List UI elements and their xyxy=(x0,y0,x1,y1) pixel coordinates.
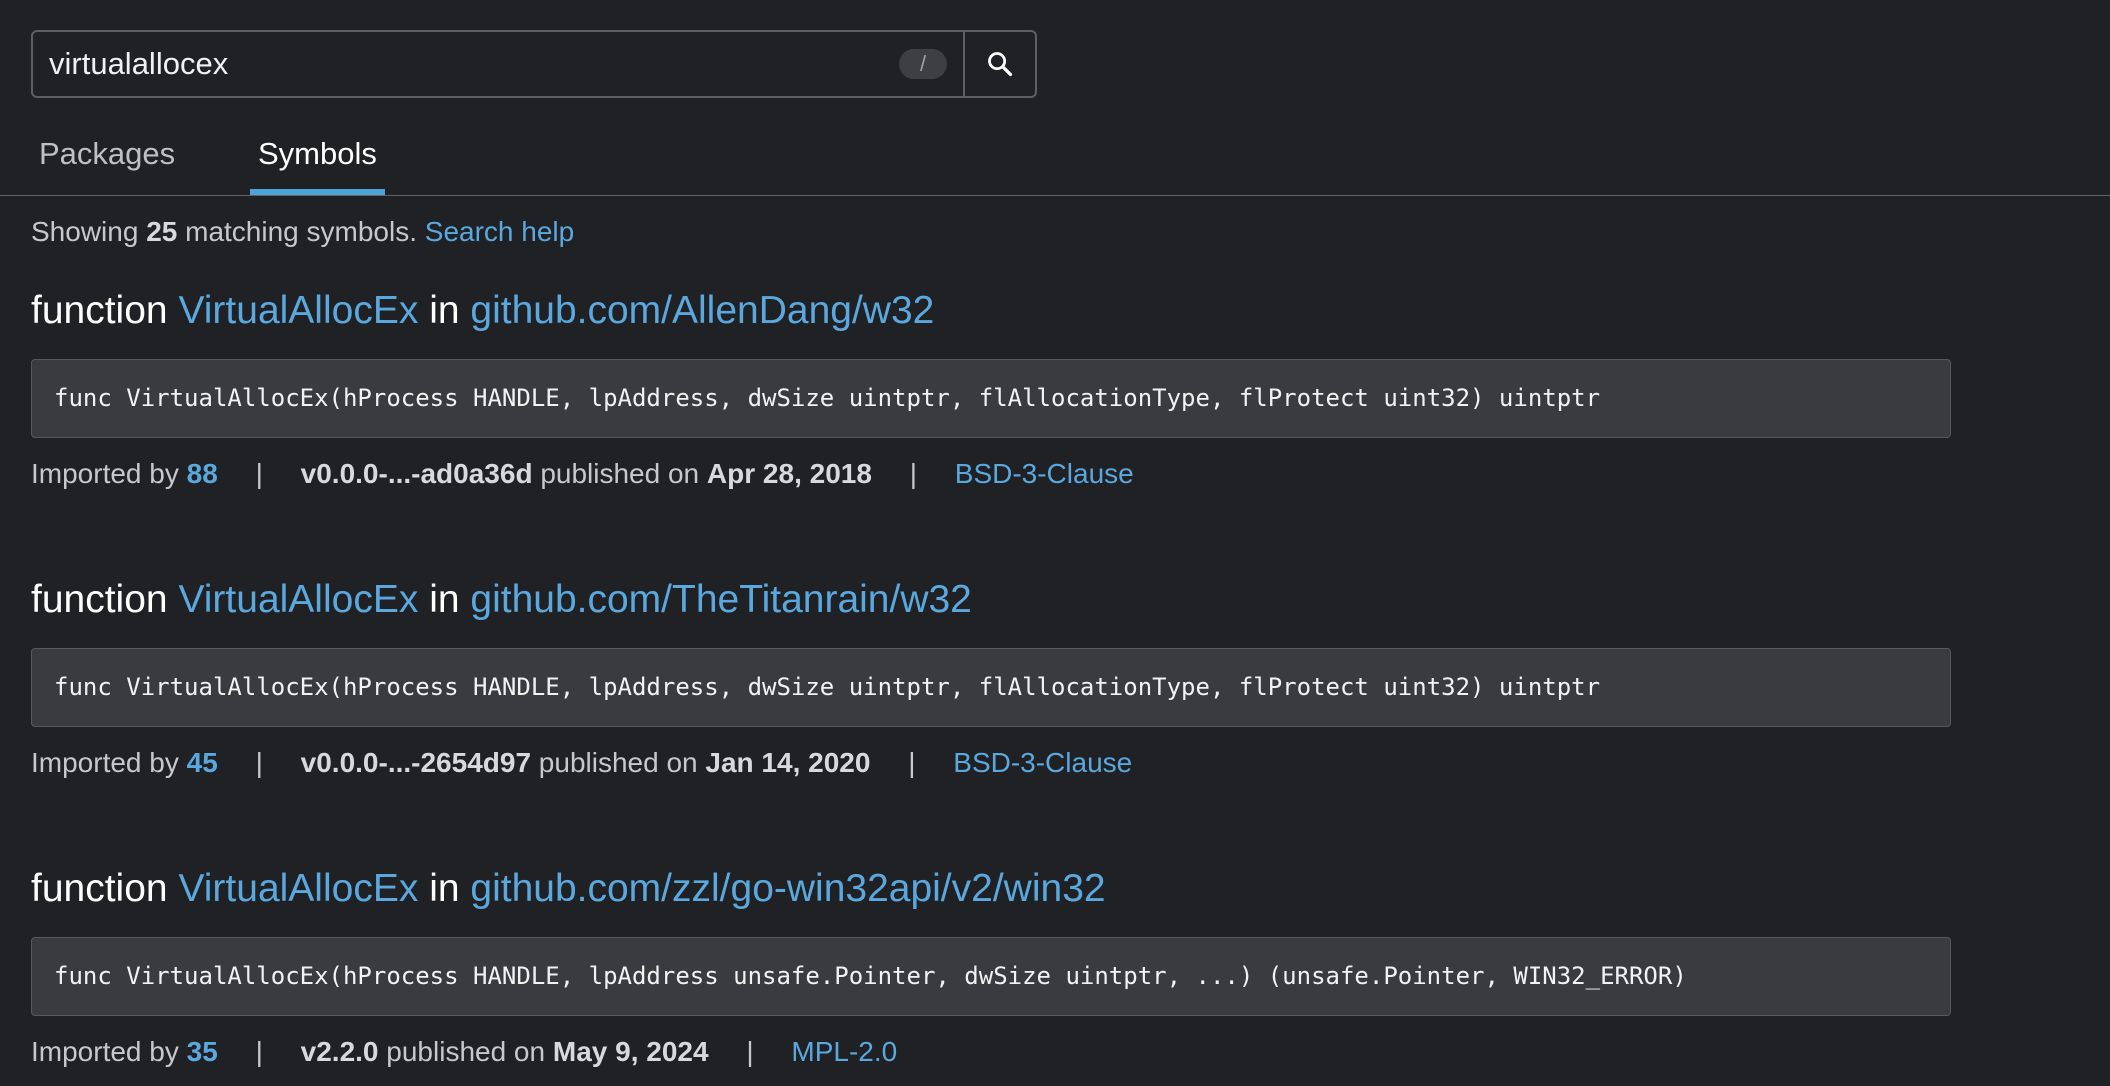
package-link[interactable]: github.com/zzl/go-win32api/v2/win32 xyxy=(470,867,1105,910)
result-heading: function VirtualAllocEx in github.com/Al… xyxy=(31,283,1951,339)
in-word: in xyxy=(429,289,460,332)
published-label: published on xyxy=(540,458,700,489)
license-link[interactable]: BSD-3-Clause xyxy=(955,458,1134,489)
in-word: in xyxy=(429,867,460,910)
in-word: in xyxy=(429,578,460,621)
search-input[interactable] xyxy=(33,32,899,96)
imported-by-label: Imported by xyxy=(31,1036,179,1067)
separator: | xyxy=(255,458,263,489)
version: v0.0.0-...-ad0a36d xyxy=(300,458,533,489)
result-count: 25 xyxy=(146,216,178,247)
keyboard-shortcut-badge: / xyxy=(899,49,947,79)
result-metadata: Imported by 88 | v0.0.0-...-ad0a36d publ… xyxy=(31,454,1951,494)
imported-by-count-link[interactable]: 35 xyxy=(187,1036,218,1067)
result-heading: function VirtualAllocEx in github.com/Th… xyxy=(31,572,1951,628)
search-icon xyxy=(988,52,1013,77)
summary-suffix: matching symbols. xyxy=(185,216,417,247)
separator: | xyxy=(255,747,263,778)
version: v2.2.0 xyxy=(300,1036,379,1067)
published-date: Apr 28, 2018 xyxy=(706,458,872,489)
search-bar: / xyxy=(31,30,1037,98)
published-label: published on xyxy=(386,1036,546,1067)
separator: | xyxy=(255,1036,263,1067)
result-metadata: Imported by 45 | v0.0.0-...-2654d97 publ… xyxy=(31,743,1951,783)
result-item: function VirtualAllocEx in github.com/Th… xyxy=(31,572,1951,783)
tab-symbols[interactable]: Symbols xyxy=(250,130,385,195)
result-item: function VirtualAllocEx in github.com/zz… xyxy=(31,861,1951,1072)
published-label: published on xyxy=(538,747,698,778)
package-link[interactable]: github.com/AllenDang/w32 xyxy=(470,289,934,332)
result-item: function VirtualAllocEx in github.com/Al… xyxy=(31,283,1951,494)
license-link[interactable]: BSD-3-Clause xyxy=(953,747,1132,778)
search-help-link[interactable]: Search help xyxy=(425,216,574,247)
symbol-kind: function xyxy=(31,867,168,910)
published-date: May 9, 2024 xyxy=(552,1036,709,1067)
result-heading: function VirtualAllocEx in github.com/zz… xyxy=(31,861,1951,917)
imported-by-count-link[interactable]: 88 xyxy=(187,458,218,489)
summary-prefix: Showing xyxy=(31,216,139,247)
search-button[interactable] xyxy=(963,32,1035,96)
license-link[interactable]: MPL-2.0 xyxy=(791,1036,897,1067)
symbol-kind: function xyxy=(31,289,168,332)
tab-packages[interactable]: Packages xyxy=(39,130,175,195)
result-metadata: Imported by 35 | v2.2.0 published on May… xyxy=(31,1032,1951,1072)
results-summary: Showing 25 matching symbols. Search help xyxy=(31,216,574,248)
published-date: Jan 14, 2020 xyxy=(705,747,871,778)
separator: | xyxy=(909,458,917,489)
imported-by-count-link[interactable]: 45 xyxy=(187,747,218,778)
symbol-link[interactable]: VirtualAllocEx xyxy=(178,578,418,621)
version: v0.0.0-...-2654d97 xyxy=(300,747,532,778)
separator: | xyxy=(746,1036,754,1067)
signature-code: func VirtualAllocEx(hProcess HANDLE, lpA… xyxy=(31,937,1951,1016)
signature-code: func VirtualAllocEx(hProcess HANDLE, lpA… xyxy=(31,648,1951,727)
package-link[interactable]: github.com/TheTitanrain/w32 xyxy=(470,578,971,621)
search-results-page: / Packages Symbols Showing 25 matching s… xyxy=(0,0,2110,1086)
symbol-link[interactable]: VirtualAllocEx xyxy=(178,867,418,910)
symbol-link[interactable]: VirtualAllocEx xyxy=(178,289,418,332)
imported-by-label: Imported by xyxy=(31,747,179,778)
result-type-tabs: Packages Symbols xyxy=(0,130,2110,196)
symbol-kind: function xyxy=(31,578,168,621)
imported-by-label: Imported by xyxy=(31,458,179,489)
separator: | xyxy=(908,747,916,778)
signature-code: func VirtualAllocEx(hProcess HANDLE, lpA… xyxy=(31,359,1951,438)
